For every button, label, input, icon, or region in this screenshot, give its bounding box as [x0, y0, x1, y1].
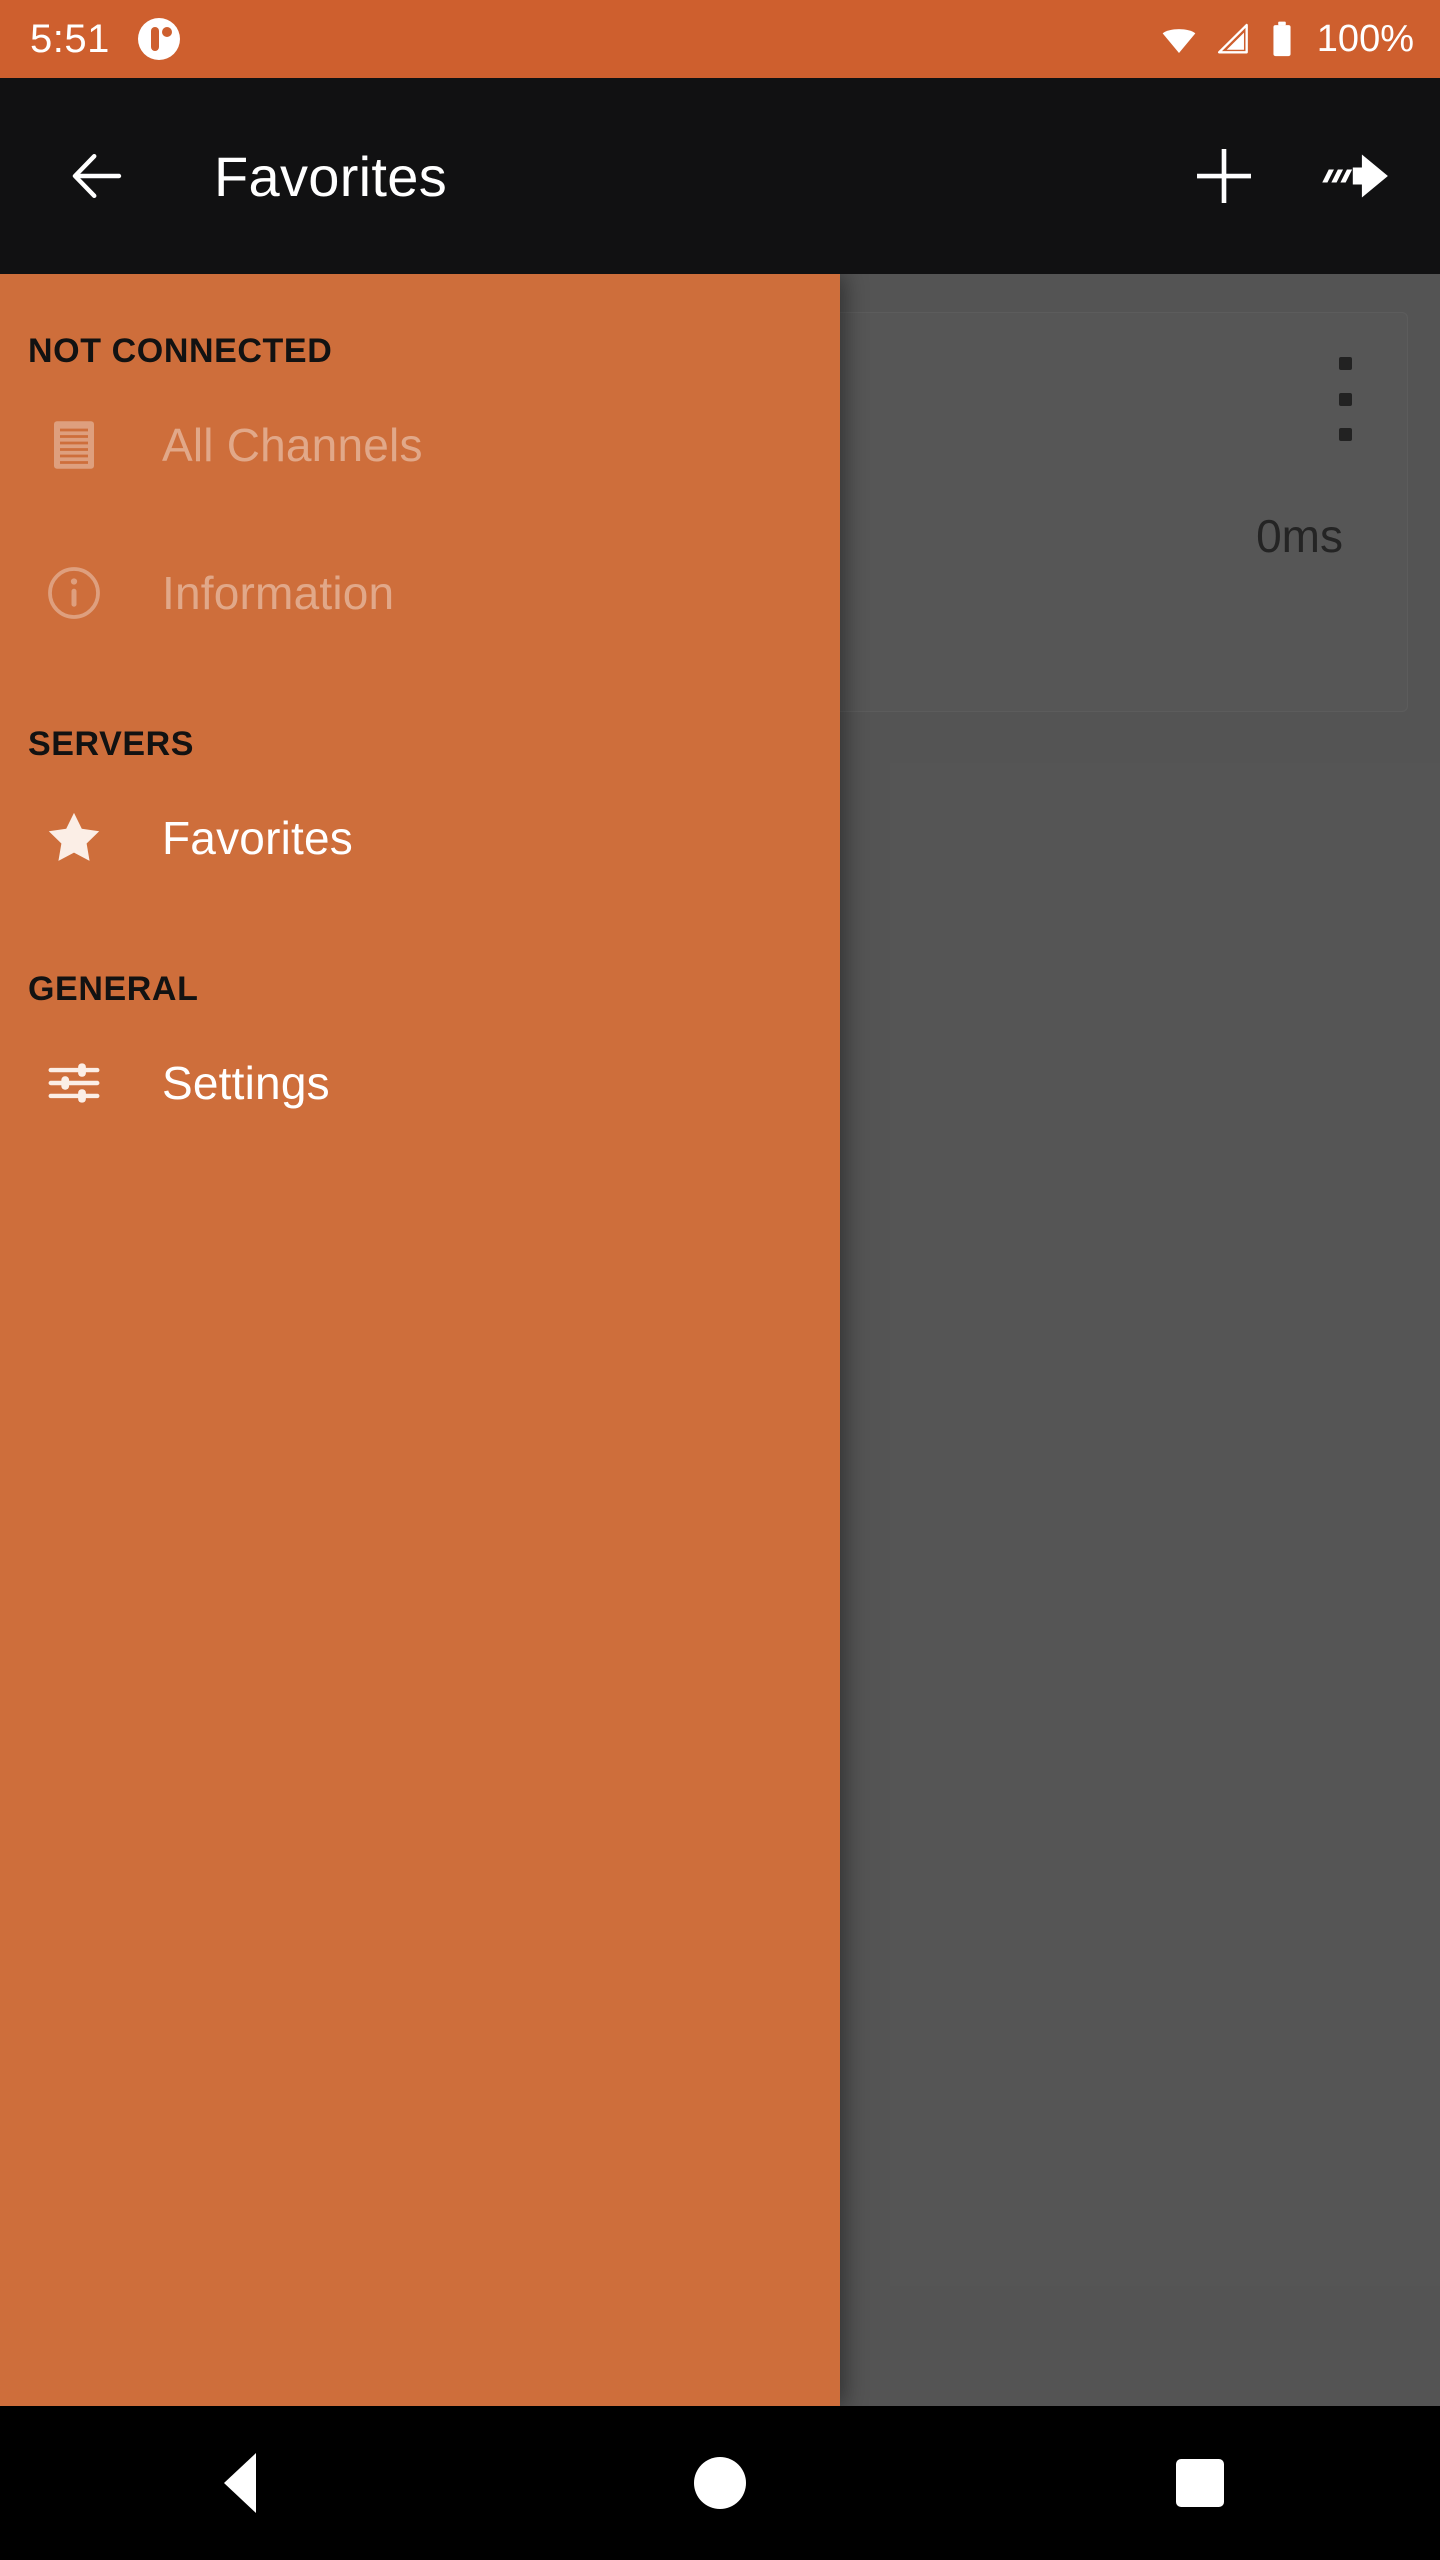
nav-home-circle-icon[interactable] — [480, 2457, 960, 2509]
nav-recents-glyph — [1176, 2459, 1224, 2507]
star-icon — [42, 806, 106, 870]
sidebar-item-label: Settings — [162, 1057, 330, 1109]
sidebar-item-label: All Channels — [162, 419, 423, 471]
status-notification-icons — [137, 18, 180, 60]
back-arrow-icon[interactable] — [56, 135, 138, 217]
nav-home-glyph — [694, 2457, 746, 2509]
navigation-drawer: NOT CONNECTED All Channels Information S… — [0, 274, 840, 2406]
battery-full-icon — [1269, 20, 1295, 58]
nav-back-triangle-icon[interactable] — [0, 2453, 480, 2513]
sidebar-item-favorites[interactable]: Favorites — [0, 764, 840, 912]
status-system-icons: 100% — [1159, 19, 1414, 59]
status-bar: 5:51 100% — [0, 0, 1440, 78]
page-title: Favorites — [214, 144, 447, 208]
sidebar-item-information[interactable]: Information — [0, 519, 840, 667]
status-clock: 5:51 — [30, 17, 110, 61]
info-circle-icon — [42, 561, 106, 625]
nav-recents-square-icon[interactable] — [960, 2459, 1440, 2507]
android-navigation-bar — [0, 2406, 1440, 2560]
drawer-section-header-general: GENERAL — [28, 970, 199, 1008]
battery-percent-label: 100% — [1316, 18, 1414, 60]
app-bar-actions — [1182, 134, 1400, 218]
cellular-signal-icon — [1215, 20, 1253, 58]
phone-screen: 0ms NOT CONNECTED All Channels Informati… — [0, 0, 1440, 2560]
channel-list-icon — [42, 413, 106, 477]
nav-back-glyph — [224, 2453, 256, 2513]
drawer-section-header-servers: SERVERS — [28, 725, 195, 763]
app-bar: Favorites — [0, 78, 1440, 274]
mumble-app-icon — [137, 18, 180, 60]
sidebar-item-label: Information — [162, 567, 395, 619]
fast-connect-arrow-icon[interactable] — [1316, 134, 1400, 218]
drawer-section-header-not-connected: NOT CONNECTED — [28, 332, 333, 370]
plus-icon[interactable] — [1182, 134, 1266, 218]
tune-sliders-icon — [42, 1051, 106, 1115]
sidebar-item-label: Favorites — [162, 812, 353, 864]
sidebar-item-all-channels[interactable]: All Channels — [0, 371, 840, 519]
sidebar-item-settings[interactable]: Settings — [0, 1009, 840, 1157]
wifi-icon — [1159, 19, 1199, 59]
